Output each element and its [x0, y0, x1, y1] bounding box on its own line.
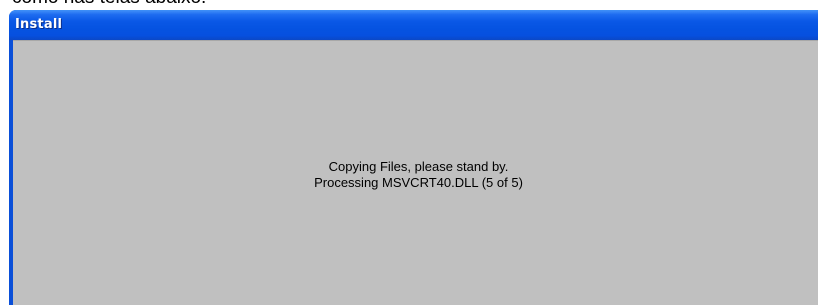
progress-message: Copying Files, please stand by. Processi…	[13, 159, 818, 191]
install-window: Install Copying Files, please stand by. …	[9, 10, 818, 305]
status-line-processing: Processing MSVCRT40.DLL (5 of 5)	[314, 175, 523, 190]
window-title: Install	[15, 17, 63, 32]
screenshot-canvas: como nas telas abaixo: Install Copying F…	[0, 0, 818, 305]
cropped-caption-text: como nas telas abaixo:	[12, 0, 206, 8]
title-bar[interactable]: Install	[9, 10, 818, 40]
status-line-copying: Copying Files, please stand by.	[328, 159, 509, 174]
window-client-area: Copying Files, please stand by. Processi…	[13, 40, 818, 305]
